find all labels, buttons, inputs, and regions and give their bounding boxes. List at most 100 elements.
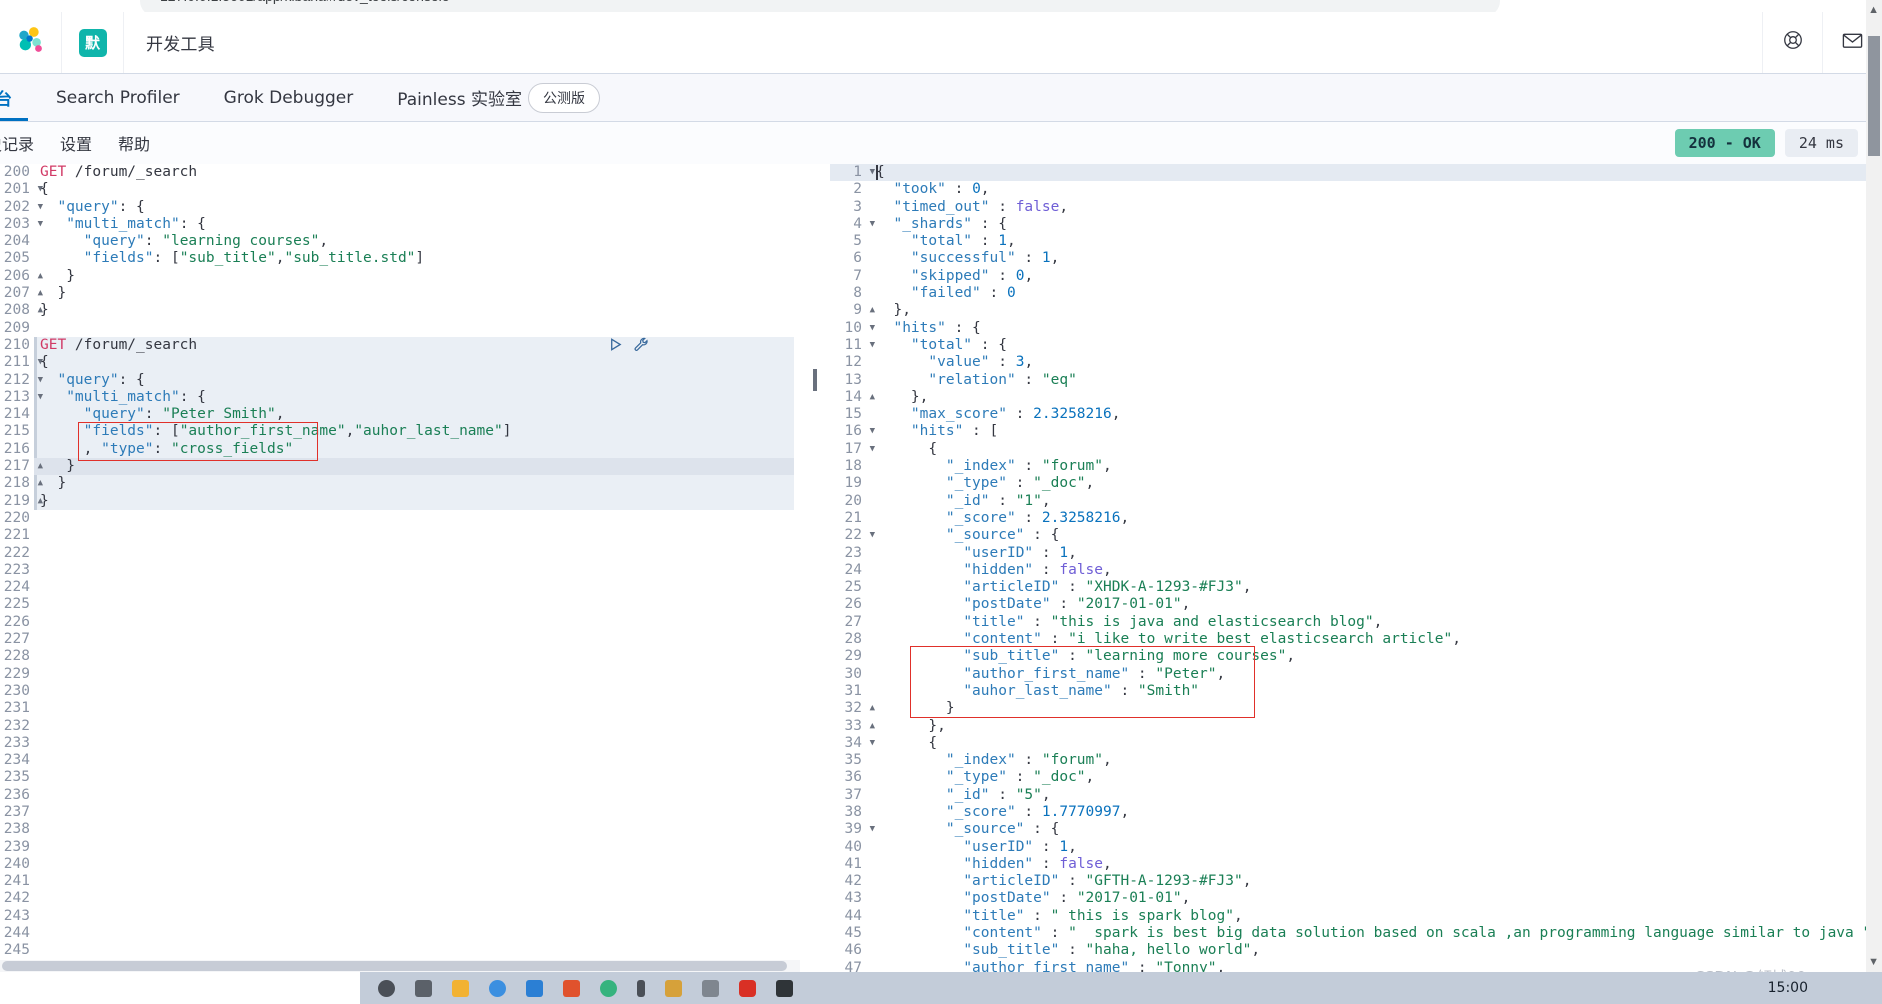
browser-chrome: 127.0.0.1:5601/app/kibana#/dev_tools/con… xyxy=(0,0,1882,12)
space-selector-button[interactable]: 默 xyxy=(62,12,124,73)
taskbar-icon-app6[interactable] xyxy=(702,979,719,997)
taskbar-icon-search[interactable] xyxy=(378,979,395,997)
fold-down-icon[interactable]: ▼ xyxy=(870,441,875,458)
code-line: , "type": "cross_fields" xyxy=(40,440,294,457)
line-number: 244 xyxy=(3,925,30,942)
line-number: 32 ▲ xyxy=(844,700,875,717)
code-line: "postDate" : "2017-01-01", xyxy=(963,596,1191,613)
fold-down-icon[interactable]: ▼ xyxy=(870,527,875,544)
code-line: "auhor_last_name" : "Smith" xyxy=(963,682,1200,699)
taskbar-icon-explorer[interactable] xyxy=(452,979,469,997)
line-number: 200 xyxy=(3,164,30,180)
request-editor-pane[interactable]: 200 201 ▼ 202 ▼ 203 ▼ 204 205 206 ▲ 207 ▲ 208 ▲ 209 210 2… xyxy=(0,164,800,972)
taskbar-icon-app1[interactable] xyxy=(526,979,543,997)
line-number: 225 xyxy=(3,596,30,613)
tab-painless-lab-label: Painless 实验室 xyxy=(397,90,522,110)
elastic-logo-button[interactable] xyxy=(0,12,62,73)
elastic-logo-icon xyxy=(16,25,46,60)
line-number: 245 xyxy=(3,942,30,959)
line-number: 232 xyxy=(3,717,30,734)
scroll-up-arrow-icon[interactable]: ▲ xyxy=(1868,4,1879,16)
response-viewer-pane[interactable]: 1 ▼ 2 3 4 ▼ 5 6 7 8 9 ▲ 10 ▼ 11 ▼ 12 13 14 ▲ 15 16 ▼ 17 ▼ 18 19 20 2… xyxy=(830,164,1882,972)
taskbar-icon-app7[interactable] xyxy=(739,979,756,997)
tab-search-profiler[interactable]: Search Profiler xyxy=(34,74,202,121)
kibana-dev-tools-console-screen: 127.0.0.1:5601/app/kibana#/dev_tools/con… xyxy=(0,0,1882,1004)
fold-down-icon[interactable]: ▼ xyxy=(870,735,875,752)
fold-down-icon[interactable]: ▼ xyxy=(870,337,875,354)
taskbar-icon-taskview[interactable] xyxy=(415,979,432,997)
line-number: 31 xyxy=(844,682,862,699)
code-line: "sub_title" : "haha, hello world", xyxy=(963,942,1261,959)
taskbar-icon-browser[interactable] xyxy=(489,979,506,997)
code-line: "_id" : "1", xyxy=(945,492,1051,509)
line-number: 42 xyxy=(844,873,862,890)
request-hscroll-thumb[interactable] xyxy=(2,961,787,971)
help-link[interactable]: 帮助 xyxy=(118,131,150,155)
line-number: 241 xyxy=(3,873,30,890)
settings-link[interactable]: 设置 xyxy=(60,131,92,155)
line-number: 230 xyxy=(3,682,30,699)
code-line: "query": { xyxy=(57,371,145,388)
line-number: 228 xyxy=(3,648,30,665)
history-link[interactable]: 史记录 xyxy=(0,131,34,155)
code-line: } xyxy=(40,458,75,475)
wrench-icon[interactable] xyxy=(633,336,650,353)
fold-up-icon[interactable]: ▲ xyxy=(870,718,875,735)
line-number: 209 xyxy=(3,319,30,336)
line-number: 223 xyxy=(3,561,30,578)
tab-painless-lab[interactable]: Painless 实验室 公测版 xyxy=(375,74,622,121)
code-line: } xyxy=(40,475,67,492)
line-number: 233 xyxy=(3,734,30,751)
request-hscrollbar[interactable] xyxy=(0,960,800,972)
code-line: "value" : 3, xyxy=(928,354,1034,371)
tab-grok-debugger[interactable]: Grok Debugger xyxy=(202,74,376,121)
code-line: "total" : { xyxy=(910,336,1007,353)
fold-up-icon[interactable]: ▲ xyxy=(870,302,875,319)
fold-up-icon[interactable]: ▲ xyxy=(870,700,875,717)
browser-url-text: 127.0.0.1:5601/app/kibana#/dev_tools/con… xyxy=(160,0,1060,4)
line-number: 43 xyxy=(844,890,862,907)
request-code[interactable]: GET /forum/_search{ "query": { "multi_ma… xyxy=(40,164,800,972)
fold-down-icon[interactable]: ▼ xyxy=(870,423,875,440)
taskbar-icon-app5[interactable] xyxy=(665,979,682,997)
tab-console[interactable]: 制台 xyxy=(0,74,34,121)
code-line: "articleID" : "GFTH-A-1293-#FJ3", xyxy=(963,873,1252,890)
code-line: "multi_match": { xyxy=(66,215,206,232)
play-icon[interactable] xyxy=(607,336,624,353)
taskbar-icon-app4[interactable] xyxy=(637,979,645,997)
help-button[interactable] xyxy=(1762,12,1822,73)
code-line: "query": { xyxy=(57,198,145,215)
line-number: 217 ▲ xyxy=(3,458,43,475)
line-number: 212 ▼ xyxy=(3,371,43,388)
code-line: "fields": ["author_first_name","auhor_la… xyxy=(83,423,512,440)
page-scroll-thumb[interactable] xyxy=(1868,36,1880,156)
code-line: GET /forum/_search xyxy=(40,164,198,180)
taskbar-icon-app2[interactable] xyxy=(563,979,580,997)
fold-down-icon[interactable]: ▼ xyxy=(870,216,875,233)
fold-down-icon[interactable]: ▼ xyxy=(870,320,875,337)
code-line: "query": "Peter Smith", xyxy=(83,406,285,423)
code-line: "hidden" : false, xyxy=(963,855,1112,872)
code-line: "_type" : "_doc", xyxy=(945,769,1095,786)
taskbar-icon-app8[interactable] xyxy=(776,979,793,997)
pane-splitter[interactable] xyxy=(800,164,830,972)
response-code[interactable]: { "took" : 0, "timed_out" : false, "_sha… xyxy=(876,164,1882,972)
beta-badge[interactable]: 公测版 xyxy=(527,82,600,113)
fold-down-icon[interactable]: ▼ xyxy=(870,821,875,838)
line-number: 4 ▼ xyxy=(853,215,875,232)
line-number: 25 xyxy=(844,579,862,596)
fold-up-icon[interactable]: ▲ xyxy=(870,389,875,406)
scroll-down-arrow-icon[interactable]: ▼ xyxy=(1868,956,1879,968)
code-line: "_score" : 2.3258216, xyxy=(945,509,1130,526)
fold-down-icon[interactable]: ▼ xyxy=(870,164,875,181)
code-line: GET /forum/_search xyxy=(40,336,198,353)
page-scrollbar[interactable]: ▲ ▼ xyxy=(1866,0,1882,972)
taskbar-icon-app3[interactable] xyxy=(600,979,617,997)
console-sub-toolbar: 史记录 设置 帮助 200 - OK 24 ms xyxy=(0,122,1882,164)
